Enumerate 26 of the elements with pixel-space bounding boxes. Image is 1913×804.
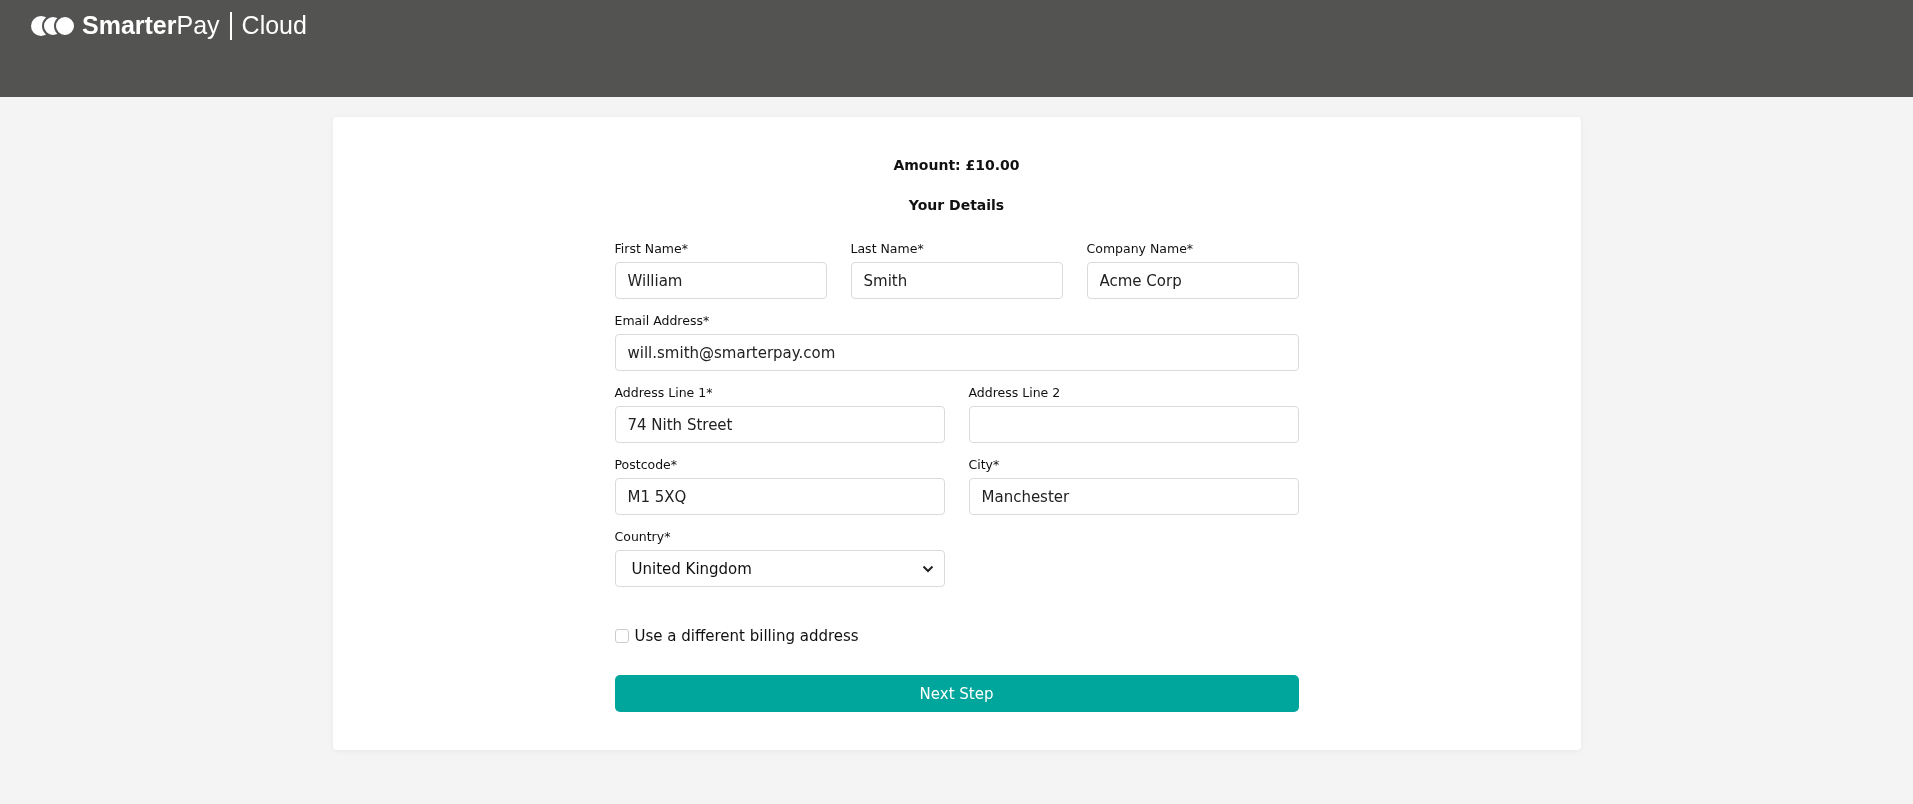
input-field[interactable]: William: [614, 262, 827, 299]
input-field[interactable]: [968, 406, 1299, 443]
input-field[interactable]: will.smith@smarterpay.com: [614, 334, 1299, 371]
field-label: Company Name*: [1086, 241, 1195, 256]
field-label: Email Address*: [614, 313, 711, 328]
logo-circles-icon: [30, 14, 76, 37]
field-label: Last Name*: [850, 241, 925, 256]
chevron-down-icon: [921, 564, 934, 573]
input-field[interactable]: Smith: [850, 262, 1063, 299]
field-label: Address Line 1*: [614, 385, 714, 400]
logo-text: SmarterPay: [82, 11, 220, 40]
checkbox[interactable]: [614, 629, 629, 643]
input-field[interactable]: M1 5XQ: [614, 478, 945, 515]
field-label: Address Line 2: [968, 385, 1062, 400]
input-field[interactable]: 74 Nith Street: [614, 406, 945, 443]
input-field[interactable]: Manchester: [968, 478, 1299, 515]
section-heading: Your Details: [908, 197, 1005, 213]
field-label: First Name*: [614, 241, 689, 256]
input-field[interactable]: Acme Corp: [1086, 262, 1299, 299]
checkbox-label[interactable]: Use a different billing address: [634, 627, 859, 645]
field-label: City*: [968, 457, 1001, 472]
product-name: Cloud: [241, 11, 307, 40]
field-label: Postcode*: [614, 457, 679, 472]
amount-text: Amount: £10.00: [893, 157, 1020, 173]
country-select[interactable]: United Kingdom: [614, 550, 945, 587]
field-label: Country*: [614, 529, 672, 544]
